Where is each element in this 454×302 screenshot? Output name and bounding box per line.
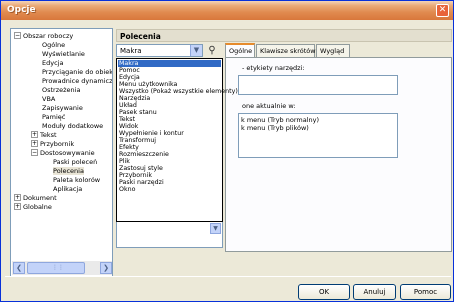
tab-appearance[interactable]: Wygląd xyxy=(316,44,350,57)
tree-node-vba[interactable]: VBA xyxy=(42,95,55,103)
list-item[interactable]: k menu (Tryb normalny) xyxy=(241,116,319,124)
dropdown-option[interactable]: Edycja xyxy=(118,74,221,81)
tab-shortcut-keys[interactable]: Klawisze skrótów xyxy=(256,44,316,57)
tree-node-text[interactable]: + Tekst xyxy=(31,131,57,139)
dropdown-option[interactable]: Menu użytkownika xyxy=(118,81,221,88)
category-combo[interactable]: Makra ▼ xyxy=(116,44,203,57)
scroll-right-icon[interactable]: ❯ xyxy=(100,262,112,274)
grip-icon: ⋮⋮ xyxy=(52,264,64,271)
tree-node-edit[interactable]: Edycja xyxy=(42,59,63,67)
section-header: Polecenia xyxy=(116,29,452,42)
dropdown-option[interactable]: Pomoc xyxy=(118,67,221,74)
dropdown-option[interactable]: Pasek stanu xyxy=(118,109,221,116)
dropdown-option[interactable]: Wszystko (Pokaż wszystkie elementy) xyxy=(118,88,238,95)
close-icon[interactable]: ✕ xyxy=(436,4,449,17)
find-icon[interactable]: ⚲ xyxy=(205,44,219,57)
tooltip-label: - etykiety narzędzi: xyxy=(242,64,305,72)
dropdown-option[interactable]: Transformuj xyxy=(118,137,221,144)
current-location-list[interactable]: k menu (Tryb normalny) k menu (Tryb plik… xyxy=(238,113,398,158)
tree-node-global[interactable]: + Globalne xyxy=(14,203,52,211)
collapse-icon[interactable]: − xyxy=(31,149,38,156)
tree-node-color-palette[interactable]: Paleta kolorów xyxy=(53,176,100,184)
tab-general[interactable]: Ogólne xyxy=(225,43,255,57)
dropdown-option[interactable]: Makra xyxy=(118,60,221,67)
tree-node-document[interactable]: + Dokument xyxy=(14,194,57,202)
tree-node-display[interactable]: Wyświetlanie xyxy=(42,50,85,58)
dropdown-option[interactable]: Tekst xyxy=(118,116,221,123)
collapse-icon[interactable]: − xyxy=(14,32,21,39)
options-tree[interactable]: − Obszar roboczy Ogólne Wyświetlanie Edyc… xyxy=(10,28,113,277)
dropdown-option[interactable]: Paski narzędzi xyxy=(118,179,221,186)
tree-node-plugins[interactable]: Moduły dodatkowe xyxy=(42,122,103,130)
tree-node-toolbox[interactable]: + Przybornik xyxy=(31,140,74,148)
section-title: Polecenia xyxy=(120,32,161,41)
scroll-down-icon[interactable]: ▼ xyxy=(210,223,221,234)
cancel-button[interactable]: Anuluj xyxy=(353,284,396,300)
current-location-label: one aktualnie w: xyxy=(242,102,296,110)
tree-node-memory[interactable]: Pamięć xyxy=(42,113,65,121)
tree-node-save[interactable]: Zapisywanie xyxy=(42,104,83,112)
tree-horizontal-scrollbar[interactable]: ❮ ⋮⋮ ❯ xyxy=(12,261,112,275)
dropdown-option[interactable]: Okno xyxy=(118,186,221,193)
tooltip-field[interactable] xyxy=(238,75,398,95)
scroll-left-icon[interactable]: ❮ xyxy=(13,262,25,274)
options-dialog: Opcje ✕ − Obszar roboczy Ogólne Wyświetla… xyxy=(0,0,454,302)
dropdown-option[interactable]: Narzędzia xyxy=(118,95,221,102)
dropdown-option[interactable]: Zastosuj style xyxy=(118,165,221,172)
expand-icon[interactable]: + xyxy=(14,203,21,210)
scroll-thumb[interactable]: ⋮⋮ xyxy=(27,262,85,274)
chevron-down-icon[interactable]: ▼ xyxy=(190,45,202,56)
tree-node-general[interactable]: Ogólne xyxy=(42,41,65,49)
dropdown-option[interactable]: Widok xyxy=(118,123,221,130)
tree-node-command-bars[interactable]: Paski poleceń xyxy=(53,158,97,166)
footer-divider xyxy=(5,276,451,277)
tree-node-snap[interactable]: Przyciąganie do obiektów xyxy=(42,68,112,76)
window-title: Opcje xyxy=(7,5,36,15)
dropdown-option[interactable]: Rozmieszczenie xyxy=(118,151,221,158)
tree-node-application[interactable]: Aplikacja xyxy=(53,185,82,193)
ok-button[interactable]: OK xyxy=(298,284,350,300)
help-button[interactable]: Pomoc xyxy=(400,284,451,300)
combo-value: Makra xyxy=(120,47,142,55)
dropdown-option[interactable]: Wypełnienie i kontur xyxy=(118,130,221,137)
tree-node-warnings[interactable]: Ostrzeżenia xyxy=(42,86,80,94)
tree-node-commands[interactable]: Polecenia xyxy=(53,167,84,175)
expand-icon[interactable]: + xyxy=(31,140,38,147)
tab-pane-general: - etykiety narzędzi: one aktualnie w: k … xyxy=(225,57,452,252)
expand-icon[interactable]: + xyxy=(31,131,38,138)
category-dropdown-list[interactable]: Makra Pomoc Edycja Menu użytkownika Wszy… xyxy=(116,58,238,222)
dropdown-option[interactable]: Przybornik xyxy=(118,172,221,179)
title-bar[interactable]: Opcje ✕ xyxy=(1,1,453,20)
tree-node-workspace[interactable]: − Obszar roboczy xyxy=(14,32,73,40)
command-list[interactable]: ▼ xyxy=(116,222,223,248)
dropdown-option[interactable]: Układ xyxy=(118,102,221,109)
dropdown-option[interactable]: Plik xyxy=(118,158,221,165)
tree-node-customization[interactable]: − Dostosowywanie xyxy=(31,149,95,157)
expand-icon[interactable]: + xyxy=(14,194,21,201)
dropdown-option[interactable]: Efekty xyxy=(118,144,221,151)
list-item[interactable]: k menu (Tryb plików) xyxy=(241,124,309,132)
tree-node-dynamic-guides[interactable]: Prowadnice dynamiczne xyxy=(42,77,112,85)
